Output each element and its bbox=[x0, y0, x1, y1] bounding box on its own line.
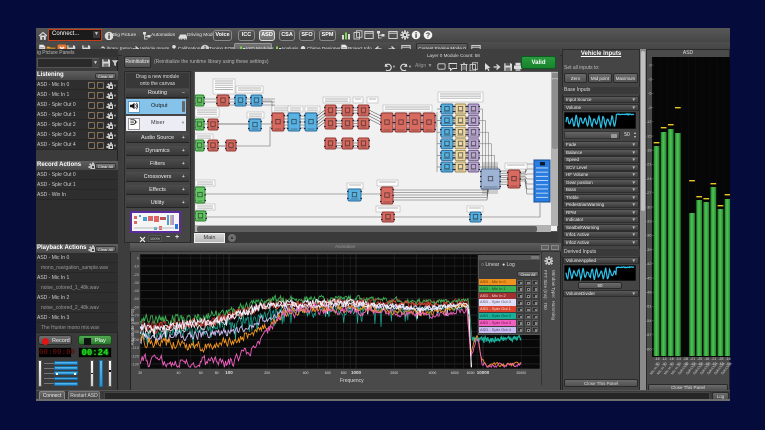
svg-text:Frequency: Frequency bbox=[340, 378, 364, 384]
svg-text:8000: 8000 bbox=[467, 371, 475, 375]
svg-text:-27: -27 bbox=[646, 190, 652, 195]
svg-text:-30: -30 bbox=[646, 204, 652, 209]
svg-text:-39: -39 bbox=[646, 247, 652, 252]
svg-text:Amplitude (dB FS): Amplitude (dB FS) bbox=[131, 308, 135, 345]
svg-text:-6: -6 bbox=[648, 91, 651, 96]
svg-text:80: 80 bbox=[215, 371, 219, 375]
svg-text:-18: -18 bbox=[646, 148, 652, 153]
svg-text:-3: -3 bbox=[648, 77, 651, 82]
svg-text:20000: 20000 bbox=[516, 371, 526, 375]
svg-text:40: 40 bbox=[177, 371, 181, 375]
svg-text:-130: -130 bbox=[131, 361, 140, 366]
svg-text:60: 60 bbox=[199, 371, 203, 375]
svg-text:-21: -21 bbox=[646, 162, 652, 167]
svg-text:-120: -120 bbox=[131, 353, 140, 358]
svg-text:-33: -33 bbox=[646, 219, 652, 224]
svg-text:-48: -48 bbox=[646, 290, 652, 295]
svg-text:-24: -24 bbox=[646, 176, 652, 181]
svg-text:-50: -50 bbox=[133, 296, 140, 301]
svg-text:0: 0 bbox=[649, 62, 652, 67]
svg-text:20: 20 bbox=[138, 371, 142, 375]
svg-text:-54: -54 bbox=[646, 318, 652, 323]
svg-text:-9: -9 bbox=[648, 105, 651, 110]
svg-text:-36: -36 bbox=[646, 233, 652, 238]
svg-text:-40: -40 bbox=[133, 288, 140, 293]
svg-text:-15: -15 bbox=[646, 133, 652, 138]
svg-text:-45: -45 bbox=[646, 275, 652, 280]
svg-text:600: 600 bbox=[325, 371, 331, 375]
svg-text:1000: 1000 bbox=[351, 370, 362, 375]
svg-text:-12: -12 bbox=[646, 119, 652, 124]
svg-text:100: 100 bbox=[225, 370, 233, 375]
svg-text:-42: -42 bbox=[646, 261, 652, 266]
svg-text:-10: -10 bbox=[133, 264, 140, 269]
svg-text:-57: -57 bbox=[646, 332, 652, 337]
svg-text:6000: 6000 bbox=[451, 371, 459, 375]
svg-text:?: ? bbox=[426, 33, 430, 40]
svg-text:-51: -51 bbox=[646, 304, 652, 309]
svg-text:2000: 2000 bbox=[390, 371, 398, 375]
svg-text:-20: -20 bbox=[133, 272, 140, 277]
svg-text:800: 800 bbox=[341, 371, 347, 375]
svg-text:-30: -30 bbox=[133, 280, 140, 285]
svg-text:10000: 10000 bbox=[477, 370, 490, 375]
svg-text:-60: -60 bbox=[646, 346, 652, 351]
svg-text:400: 400 bbox=[303, 371, 309, 375]
svg-text:4000: 4000 bbox=[429, 371, 437, 375]
svg-text:200: 200 bbox=[264, 371, 270, 375]
